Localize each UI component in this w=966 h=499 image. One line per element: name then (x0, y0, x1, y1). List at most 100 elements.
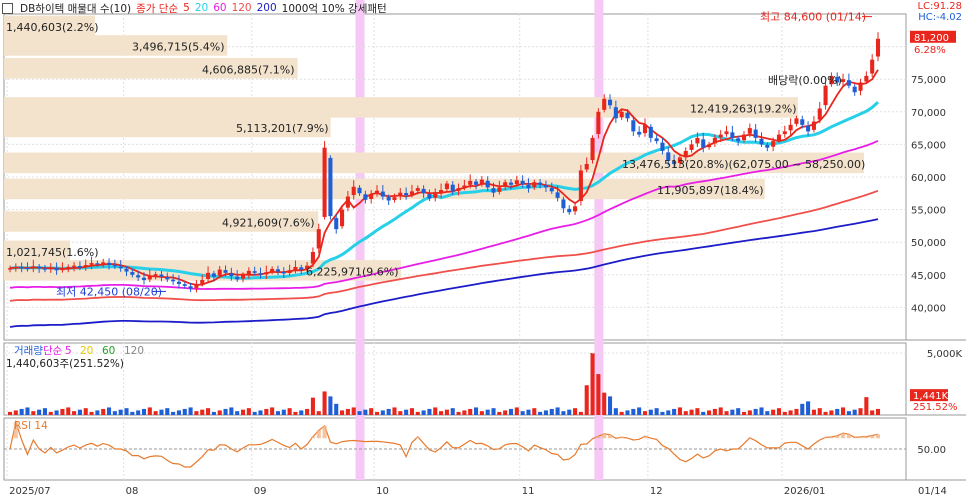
candle-body (112, 265, 117, 267)
volume-profile-label: 1,440,603(2.2%) (6, 21, 99, 34)
candle-body (246, 270, 251, 275)
candle-body (660, 142, 665, 151)
volume-bar (211, 411, 216, 415)
volume-profile-label: 5,113,201(7.9%) (236, 122, 329, 135)
candle-body (48, 267, 53, 270)
candle-body (13, 266, 18, 269)
candle-body (299, 267, 304, 270)
volume-bar (508, 408, 514, 415)
candle-body (870, 59, 875, 74)
volume-bar (439, 411, 444, 415)
candle-body (19, 267, 24, 269)
volume-bar (724, 411, 729, 415)
candle-body (607, 99, 613, 106)
candle-body (281, 271, 286, 274)
volume-bar (485, 409, 490, 415)
volume-bar (217, 410, 222, 415)
volume-bar (526, 409, 531, 415)
candle-body (532, 182, 537, 188)
volume-bar (689, 409, 694, 415)
candle-body (625, 112, 630, 119)
volume-bar (602, 392, 607, 415)
volume-bar (404, 409, 409, 415)
volume-profile-label: 11,905,897(18.4%) (657, 184, 764, 197)
panel-toggle-icon[interactable] (2, 2, 13, 14)
volume-bar (468, 408, 473, 415)
volume-bar (730, 409, 735, 415)
volume-bar (491, 408, 496, 415)
candle-body (386, 197, 391, 201)
candle-body (42, 268, 47, 270)
volume-bar (776, 408, 782, 415)
volume-bar (596, 374, 601, 415)
candle-body (264, 272, 269, 275)
candle-body (409, 191, 414, 195)
candle-body (596, 111, 601, 134)
volume-bar (660, 411, 665, 415)
candle-body (771, 141, 776, 147)
volume-bar (322, 391, 327, 415)
volume-bar (136, 410, 141, 415)
volume-profile-label: 6,225,971(9.6%) (306, 266, 399, 279)
candle-body (456, 188, 461, 191)
volume-bar (54, 410, 59, 415)
candle-body (485, 180, 490, 188)
price-tick-label: 40,000 (911, 303, 946, 314)
volume-bar (112, 411, 117, 415)
candle-body (287, 270, 292, 274)
volume-bar (584, 385, 589, 415)
candle-body (165, 277, 170, 280)
chart-header: DB하이텍 매물대 수(10) 종가 단순 5 20 60 120 200 10… (2, 1, 387, 15)
candle-body (817, 108, 822, 120)
volume-panel-title: 단순 (43, 345, 63, 357)
volume-bar (351, 407, 356, 415)
candle-body (543, 185, 548, 188)
candle-body (433, 193, 438, 198)
candle-body (124, 268, 129, 272)
last-change-label: 6.28% (914, 45, 946, 56)
candle-body (194, 284, 199, 288)
candle-body (293, 266, 298, 270)
price-tick-label: 75,000 (911, 75, 946, 86)
x-tick-label: 12 (650, 486, 663, 496)
candle-body (759, 138, 764, 145)
volume-bar (270, 407, 275, 415)
candle-body (182, 284, 187, 286)
volume-bar (823, 411, 828, 415)
pattern-label: 1000억 10% 강세패턴 (281, 2, 387, 15)
volume-bar (567, 409, 572, 415)
volume-bar (631, 408, 636, 415)
candle-body (683, 150, 688, 157)
volume-bar (124, 408, 129, 415)
candle-body (415, 188, 420, 191)
volume-profile-bar (4, 97, 798, 118)
candle-body (171, 279, 176, 282)
price-tick-label: 65,000 (911, 140, 946, 151)
candle-body (794, 118, 799, 124)
candle-body (736, 138, 741, 142)
volume-bar (240, 409, 246, 415)
candle-body (89, 263, 94, 265)
volume-bar (666, 410, 671, 415)
volume-bar (561, 411, 566, 415)
volume-panel-title: 20 (80, 345, 93, 357)
volume-bar (153, 411, 158, 415)
low-price-label: 최저 42,450 (08/20) (56, 285, 162, 298)
volume-bar (264, 408, 269, 415)
volume-bar (864, 397, 869, 415)
x-tick-label: 11 (522, 486, 535, 496)
volume-profile-label: 3,496,715(5.4%) (132, 41, 225, 54)
x-tick-label: 10 (376, 486, 389, 496)
volume-bar (77, 409, 82, 415)
volume-bar (771, 409, 776, 415)
symbol-label[interactable]: DB하이텍 매물대 수(10) (20, 1, 131, 16)
volume-bar (811, 409, 816, 415)
last-volume-label: 1,441K (913, 391, 949, 402)
price-tick-label: 70,000 (911, 108, 946, 119)
candle-body (718, 134, 723, 138)
volume-bar (89, 411, 94, 415)
volume-bar (182, 408, 187, 415)
candle-body (211, 273, 216, 277)
volume-bar (386, 408, 391, 415)
candle-body (474, 181, 479, 185)
